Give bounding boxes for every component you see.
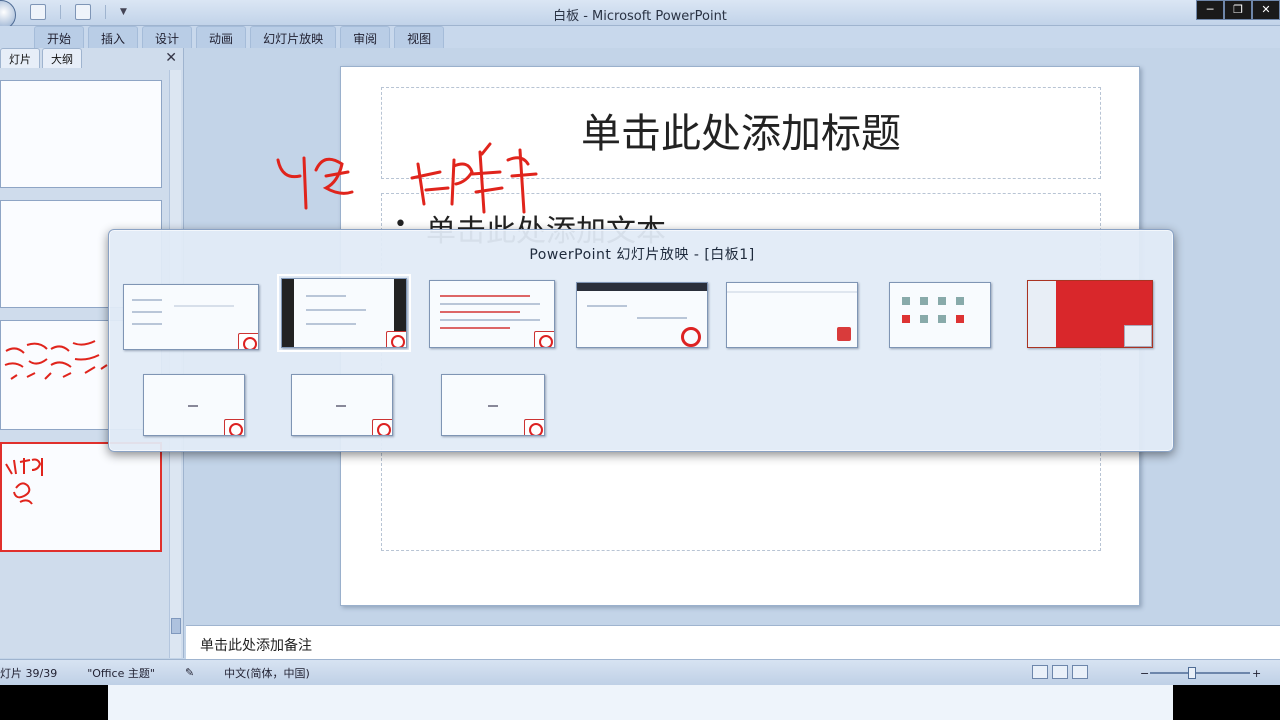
tab-slide-show[interactable]: 幻灯片放映 (250, 26, 337, 48)
normal-view-icon[interactable] (1032, 665, 1048, 679)
window-switcher: PowerPoint 幻灯片放映 - [白板1] (108, 229, 1174, 452)
theme-name: "Office 主题" (87, 666, 155, 680)
slide-counter: 灯片 39/39 (0, 666, 58, 680)
title-placeholder[interactable]: 单击此处添加标题 (381, 87, 1101, 179)
close-button[interactable]: ✕ (1252, 0, 1280, 20)
zoom-knob[interactable] (1188, 667, 1196, 679)
slide-sorter-view-icon[interactable] (1052, 665, 1068, 679)
powerpoint-app-icon (386, 331, 406, 347)
minimize-button[interactable]: ─ (1196, 0, 1224, 20)
restore-button[interactable]: ❐ (1224, 0, 1252, 20)
powerpoint-app-icon (524, 419, 544, 435)
zoom-slider[interactable]: − + (1140, 667, 1261, 680)
switcher-thumbnail[interactable] (1027, 280, 1153, 348)
scrollbar-thumb[interactable] (171, 618, 181, 634)
switcher-thumbnail[interactable] (429, 280, 555, 348)
ink-scribble (5, 458, 43, 505)
tab-view[interactable]: 视图 (394, 26, 445, 48)
tab-review[interactable]: 审阅 (340, 26, 391, 48)
language-indicator: 中文(简体，中国) (224, 666, 310, 680)
switcher-thumbnail[interactable] (576, 282, 708, 348)
status-bar: 灯片 39/39 "Office 主题" ✎ 中文(简体，中国) − + (0, 659, 1280, 685)
spellcheck-icon[interactable]: ✎ (185, 666, 194, 679)
ribbon-tabs: 开始 插入 设计 动画 幻灯片放映 审阅 视图 (0, 26, 1280, 48)
tab-outline[interactable]: 大纲 (42, 48, 82, 68)
powerpoint-app-icon (224, 419, 244, 435)
close-icon[interactable]: ✕ (165, 50, 177, 66)
tab-design[interactable]: 设计 (142, 26, 193, 48)
switcher-thumbnail[interactable] (441, 374, 545, 436)
view-buttons (1032, 665, 1088, 679)
tab-slides[interactable]: 灯片 (0, 48, 40, 68)
switcher-thumbnail[interactable] (889, 282, 991, 348)
powerpoint-app-icon (534, 331, 554, 347)
notes-pane[interactable]: 单击此处添加备注 (186, 625, 1280, 659)
slide-thumbnail-selected[interactable] (0, 442, 162, 552)
tab-animations[interactable]: 动画 (196, 26, 247, 48)
switcher-thumbnail[interactable] (123, 284, 259, 350)
slide-thumbnail[interactable] (0, 80, 162, 188)
switcher-thumbnail[interactable] (291, 374, 393, 436)
powerpoint-app-icon (372, 419, 392, 435)
tab-insert[interactable]: 插入 (88, 26, 139, 48)
notes-placeholder: 单击此处添加备注 (200, 638, 312, 654)
zoom-out-icon[interactable]: − (1140, 667, 1149, 680)
switcher-thumbnail[interactable] (143, 374, 245, 436)
title-bar: ▼ 白板 - Microsoft PowerPoint ─ ❐ ✕ (0, 0, 1280, 30)
switcher-thumbnail[interactable] (726, 282, 858, 348)
tab-home[interactable]: 开始 (34, 26, 85, 48)
window-title: 白板 - Microsoft PowerPoint (553, 9, 727, 24)
zoom-track (1150, 672, 1250, 674)
taskbar-strip (108, 685, 1173, 720)
switcher-title: PowerPoint 幻灯片放映 - [白板1] (529, 247, 755, 263)
powerpoint-app-icon (238, 333, 258, 349)
switcher-thumbnail-active[interactable] (277, 274, 411, 352)
zoom-in-icon[interactable]: + (1252, 667, 1261, 680)
slide-show-view-icon[interactable] (1072, 665, 1088, 679)
window-controls: ─ ❐ ✕ (1196, 0, 1280, 20)
panel-tabs: 灯片 大纲 (0, 48, 183, 68)
